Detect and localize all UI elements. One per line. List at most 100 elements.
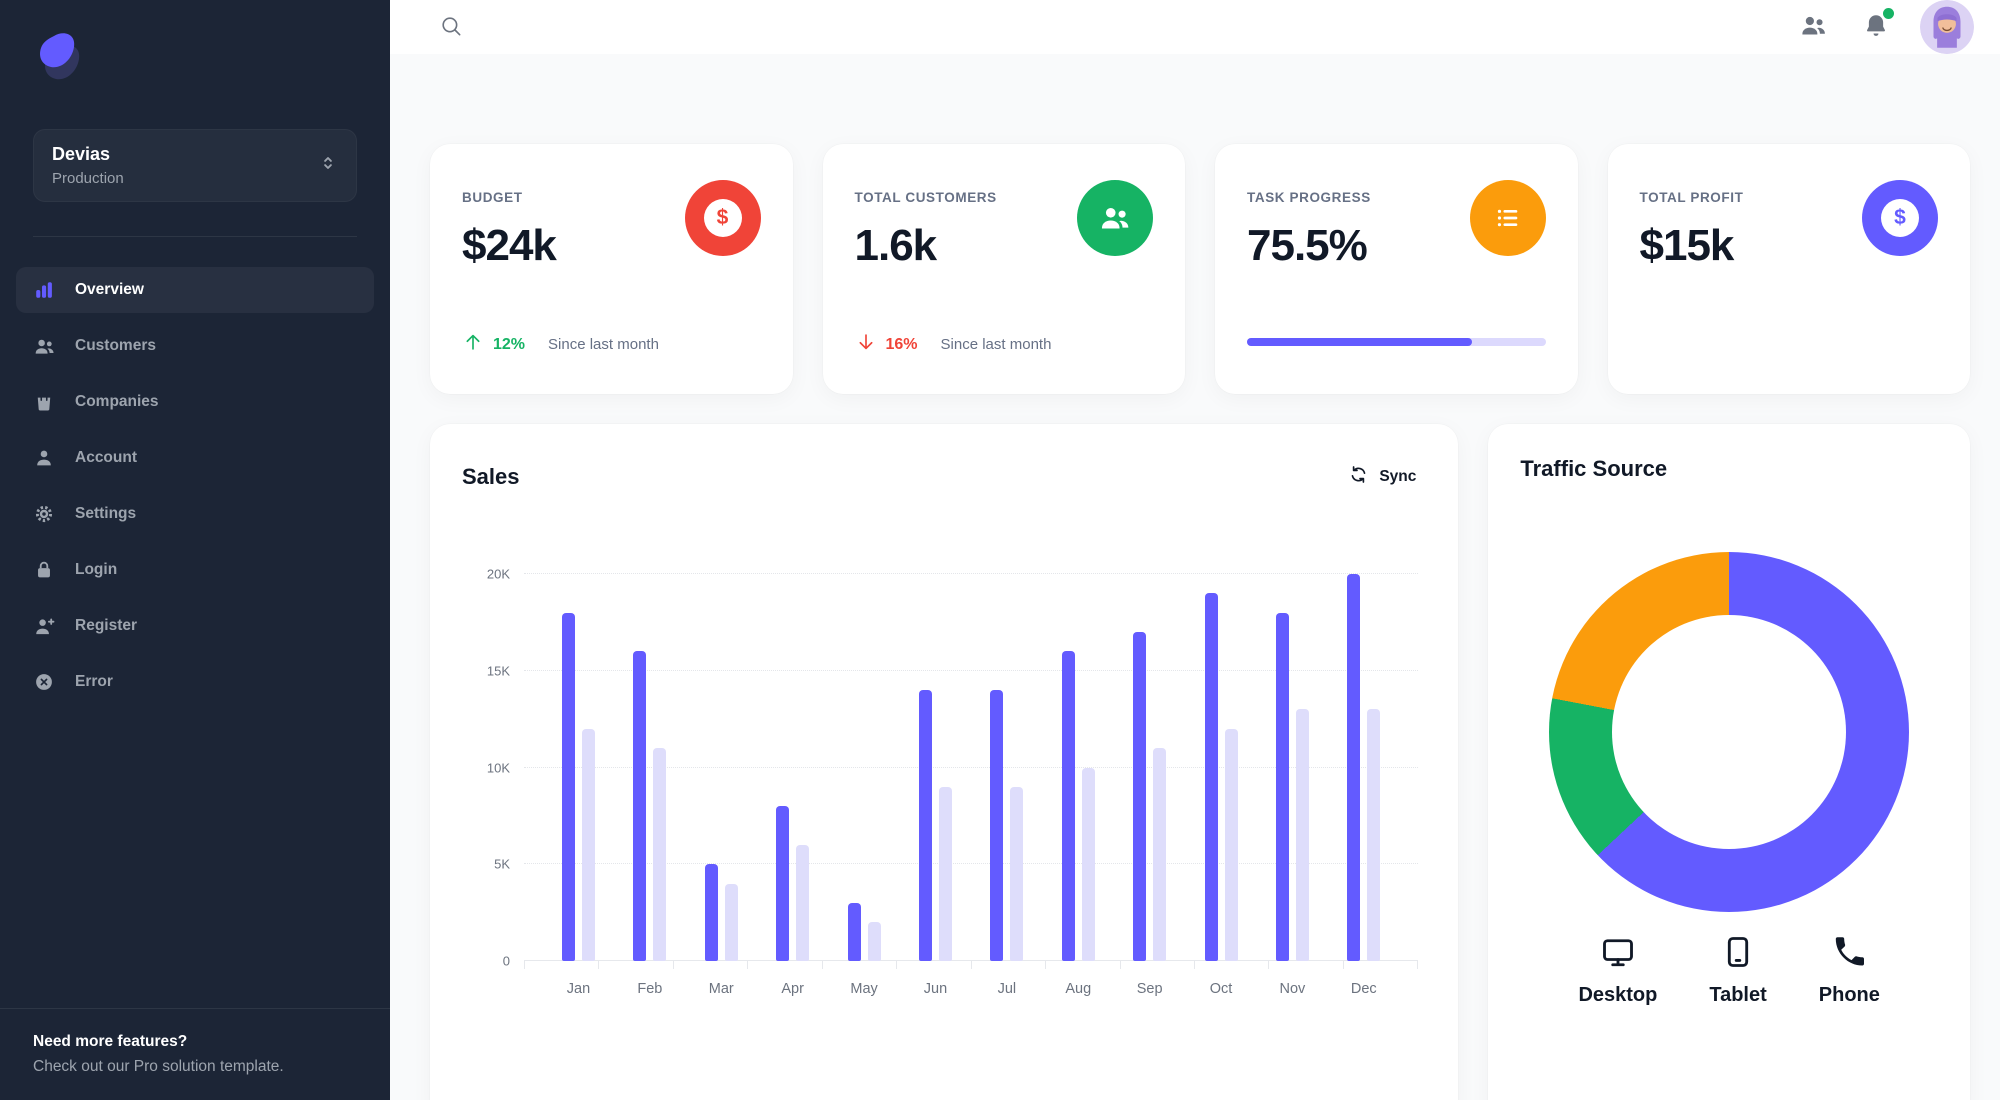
bar [1061, 651, 1075, 961]
bar [1010, 786, 1024, 961]
sidebar-item-customers[interactable]: Customers [16, 323, 374, 369]
sales-card: Sales Sync 0 5K 10K 15K 20K Jan Feb Mar … [430, 424, 1459, 1100]
x-tick [1342, 961, 1344, 969]
notification-badge [1883, 7, 1894, 19]
sidebar-item-label: Login [75, 561, 118, 578]
traffic-legend: Desktop Tablet Phone [1520, 934, 1938, 1007]
sidebar-item-companies[interactable]: Companies [16, 379, 374, 425]
bar-group [1061, 574, 1095, 961]
bar [1081, 767, 1095, 961]
bar-group [990, 574, 1024, 961]
users-icon [1799, 11, 1828, 43]
bar [1133, 632, 1147, 961]
bar [867, 922, 881, 961]
charts-row: Sales Sync 0 5K 10K 15K 20K Jan Feb Mar … [430, 424, 1970, 1100]
sidebar: Devias Production Overview Customers Com… [0, 0, 390, 1100]
bar-group [1204, 574, 1238, 961]
traffic-source-card: Traffic Source Desktop Tablet Phone [1488, 424, 1970, 1100]
sync-button[interactable]: Sync [1338, 456, 1426, 498]
sidebar-item-overview[interactable]: Overview [16, 267, 374, 313]
stat-value: 1.6k [854, 221, 938, 270]
bar-group [562, 574, 595, 961]
sales-plot [524, 573, 1419, 969]
phone-icon [1831, 934, 1867, 975]
x-axis-label: Jan [566, 981, 591, 997]
sidebar-item-register[interactable]: Register [16, 603, 374, 649]
sales-title: Sales [462, 464, 520, 489]
bar-group [776, 574, 810, 961]
topbar [390, 0, 2000, 54]
sidebar-item-login[interactable]: Login [16, 547, 374, 593]
x-axis-ticks [524, 961, 1419, 969]
bar [990, 690, 1004, 961]
y-axis-label: 15K [486, 663, 510, 679]
trend-caption: Since last month [548, 336, 659, 353]
x-tick [1268, 961, 1270, 969]
chart-bar-icon [32, 278, 56, 302]
x-axis-label: Feb [637, 981, 663, 997]
task-progress-fill [1247, 338, 1473, 346]
x-tick [524, 961, 525, 969]
currency-dollar-icon: $ [1862, 180, 1938, 256]
donut-hole [1612, 615, 1847, 849]
legend-item-desktop: Desktop [1578, 934, 1657, 1007]
workspace-name: Devias [52, 144, 111, 164]
sales-bars [524, 574, 1418, 961]
currency-dollar-icon: $ [684, 180, 761, 256]
x-tick [672, 961, 674, 969]
bar [1204, 593, 1218, 961]
arrow-down-icon [855, 331, 877, 358]
x-axis-label: Nov [1279, 981, 1306, 997]
bar-group [918, 574, 952, 961]
sync-label: Sync [1379, 468, 1417, 485]
contacts-button[interactable] [1791, 3, 1836, 51]
x-tick [1193, 961, 1195, 969]
traffic-donut-chart [1549, 552, 1910, 912]
bar [796, 844, 810, 961]
lock-icon [32, 558, 56, 582]
bar [633, 651, 647, 961]
x-axis-label: Mar [708, 981, 734, 997]
workspace-switcher[interactable]: Devias Production [33, 129, 357, 202]
notifications-button[interactable] [1854, 4, 1898, 51]
sidebar-footer: Need more features? Check out our Pro so… [0, 1008, 390, 1100]
x-tick [598, 961, 600, 969]
trend-value: 16% [885, 335, 918, 353]
x-axis-label: Dec [1350, 981, 1377, 997]
traffic-title: Traffic Source [1520, 456, 1668, 481]
bar [776, 806, 790, 961]
search-button[interactable] [430, 5, 472, 50]
bar [847, 902, 861, 961]
x-tick [970, 961, 972, 969]
sidebar-item-label: Overview [75, 281, 144, 298]
stat-label: TASK PROGRESS [1247, 190, 1371, 205]
task-progress-bar [1247, 338, 1546, 346]
stat-value: 75.5% [1247, 221, 1368, 270]
sidebar-item-label: Customers [75, 337, 156, 354]
x-axis-label: Jun [923, 981, 948, 997]
bar-group [1347, 574, 1381, 961]
legend-label: Desktop [1578, 984, 1658, 1006]
footer-subtitle: Check out our Pro solution template. [33, 1058, 284, 1075]
x-axis-labels: Jan Feb Mar Apr May Jun Jul Aug Sep Oct Nov Dec [524, 981, 1418, 997]
y-axis-label: 10K [486, 760, 510, 775]
y-axis-label: 5K [494, 856, 510, 872]
sidebar-item-error[interactable]: Error [16, 659, 374, 705]
x-axis-label: Oct [1209, 981, 1233, 997]
user-plus-icon [32, 614, 56, 638]
shopping-bag-icon [32, 390, 56, 414]
x-circle-icon [32, 670, 56, 694]
user-avatar[interactable] [1920, 0, 1974, 54]
legend-item-tablet: Tablet [1709, 934, 1767, 1007]
workspace-environment: Production [52, 170, 124, 187]
sidebar-item-account[interactable]: Account [16, 435, 374, 481]
bar-group [633, 574, 667, 961]
bar [562, 612, 575, 961]
bar [724, 883, 738, 961]
tablet-icon [1720, 934, 1756, 975]
bar-group [704, 574, 738, 961]
x-axis-label: Aug [1065, 981, 1092, 997]
bar [582, 728, 595, 961]
bar [1275, 612, 1289, 961]
sidebar-item-settings[interactable]: Settings [16, 491, 374, 537]
